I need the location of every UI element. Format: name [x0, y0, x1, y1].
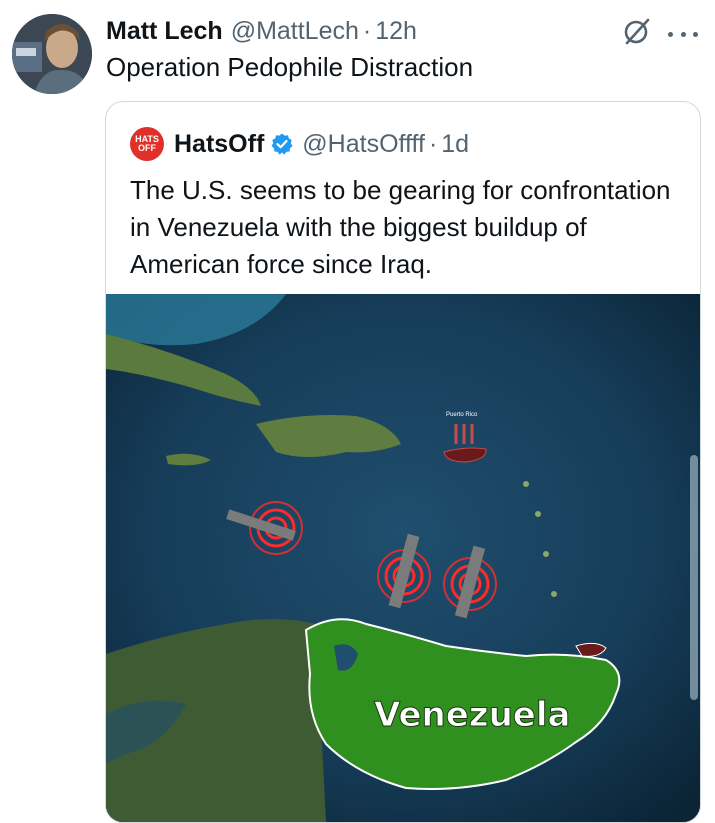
tweet-header: Matt Lech @MattLech · 12h [106, 14, 695, 48]
tweet-text: Operation Pedophile Distraction [106, 52, 474, 82]
grok-icon[interactable] [622, 16, 652, 46]
quoted-tweet-text: The U.S. seems to be gearing for confron… [130, 175, 671, 279]
avatar-image [12, 14, 92, 94]
quoted-author-name[interactable]: HatsOff [174, 130, 264, 159]
more-options-icon[interactable] [668, 30, 698, 38]
author-name[interactable]: Matt Lech [106, 17, 223, 46]
venezuela-label: Venezuela [374, 695, 570, 735]
author-avatar[interactable] [12, 14, 92, 94]
quoted-tweet-media-map[interactable]: Puerto Rico Venezuela [106, 294, 700, 822]
tweet-time[interactable]: 12h [375, 17, 417, 46]
quoted-tweet-time[interactable]: 1d [441, 130, 469, 159]
puerto-rico-label: Puerto Rico [446, 412, 478, 418]
quoted-tweet-card[interactable]: HATS OFF HatsOff @HatsOffff · 1d The U.S… [105, 101, 701, 823]
separator-dot: · [362, 16, 372, 45]
quoted-author-avatar[interactable]: HATS OFF [130, 127, 164, 161]
avatar-logo-text-bottom: OFF [138, 143, 156, 153]
verified-badge-icon [271, 133, 293, 155]
quoted-tweet-header: HATS OFF HatsOff @HatsOffff · 1d [130, 126, 469, 162]
author-handle[interactable]: @MattLech [231, 17, 359, 46]
media-scrollbar[interactable] [690, 455, 698, 700]
quoted-author-handle[interactable]: @HatsOffff [302, 130, 425, 159]
separator-dot: · [428, 129, 438, 158]
